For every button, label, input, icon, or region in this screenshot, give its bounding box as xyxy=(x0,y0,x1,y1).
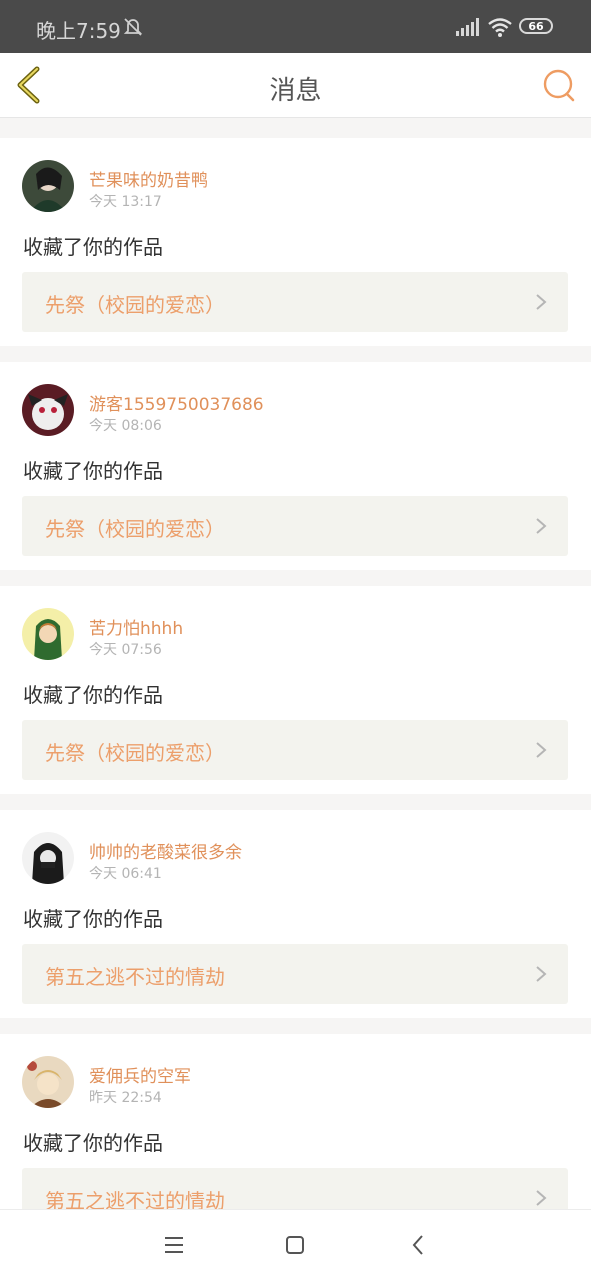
nav-back-icon[interactable] xyxy=(404,1230,434,1260)
avatar[interactable] xyxy=(22,160,74,212)
timestamp: 今天 08:06 xyxy=(89,418,162,434)
timestamp: 今天 13:17 xyxy=(89,194,162,210)
battery-level: 66 xyxy=(528,19,544,33)
app-header: 消息 xyxy=(0,53,591,118)
chevron-right-icon xyxy=(536,966,547,982)
notification-card: 游客1559750037686 今天 08:06 收藏了你的作品 先祭（校园的爱… xyxy=(0,362,591,570)
work-link[interactable]: 第五之逃不过的情劫 xyxy=(22,944,568,1004)
username[interactable]: 苦力怕hhhh xyxy=(89,614,183,639)
username[interactable]: 爱佣兵的空军 xyxy=(89,1062,191,1087)
page-title: 消息 xyxy=(269,76,322,106)
chevron-right-icon xyxy=(536,518,547,534)
action-text: 收藏了你的作品 xyxy=(23,1131,163,1155)
avatar[interactable] xyxy=(22,608,74,660)
chevron-right-icon xyxy=(536,294,547,310)
notification-card: 苦力怕hhhh 今天 07:56 收藏了你的作品 先祭（校园的爱恋） xyxy=(0,586,591,794)
work-link[interactable]: 先祭（校园的爱恋） xyxy=(22,720,568,780)
notification-card: 芒果味的奶昔鸭 今天 13:17 收藏了你的作品 先祭（校园的爱恋） xyxy=(0,138,591,346)
work-title: 先祭（校园的爱恋） xyxy=(45,293,225,317)
status-bar: 晚上7:59 66 xyxy=(0,0,591,53)
menu-icon[interactable] xyxy=(159,1230,189,1260)
bell-off-icon xyxy=(123,18,143,36)
action-text: 收藏了你的作品 xyxy=(23,683,163,707)
action-text: 收藏了你的作品 xyxy=(23,235,163,259)
timestamp: 今天 06:41 xyxy=(89,866,162,882)
action-text: 收藏了你的作品 xyxy=(23,459,163,483)
home-square-icon[interactable] xyxy=(280,1230,310,1260)
chevron-right-icon xyxy=(536,742,547,758)
username[interactable]: 帅帅的老酸菜很多余 xyxy=(89,838,242,863)
avatar[interactable] xyxy=(22,384,74,436)
battery-indicator: 66 xyxy=(519,18,553,34)
work-link[interactable]: 先祭（校园的爱恋） xyxy=(22,496,568,556)
signal-icon xyxy=(456,18,479,36)
username[interactable]: 游客1559750037686 xyxy=(89,390,264,415)
timestamp: 昨天 22:54 xyxy=(89,1090,162,1106)
chevron-right-icon xyxy=(536,1190,547,1206)
search-icon[interactable] xyxy=(541,67,577,103)
notification-card: 帅帅的老酸菜很多余 今天 06:41 收藏了你的作品 第五之逃不过的情劫 xyxy=(0,810,591,1018)
avatar[interactable] xyxy=(22,832,74,884)
status-time: 晚上7:59 xyxy=(36,19,121,43)
avatar[interactable] xyxy=(22,1056,74,1108)
timestamp: 今天 07:56 xyxy=(89,642,162,658)
work-link[interactable]: 先祭（校园的爱恋） xyxy=(22,272,568,332)
system-nav-bar xyxy=(0,1209,591,1281)
work-title: 先祭（校园的爱恋） xyxy=(45,517,225,541)
work-title: 第五之逃不过的情劫 xyxy=(45,965,225,989)
wifi-icon xyxy=(488,18,512,37)
work-title: 先祭（校园的爱恋） xyxy=(45,741,225,765)
action-text: 收藏了你的作品 xyxy=(23,907,163,931)
username[interactable]: 芒果味的奶昔鸭 xyxy=(89,166,208,191)
